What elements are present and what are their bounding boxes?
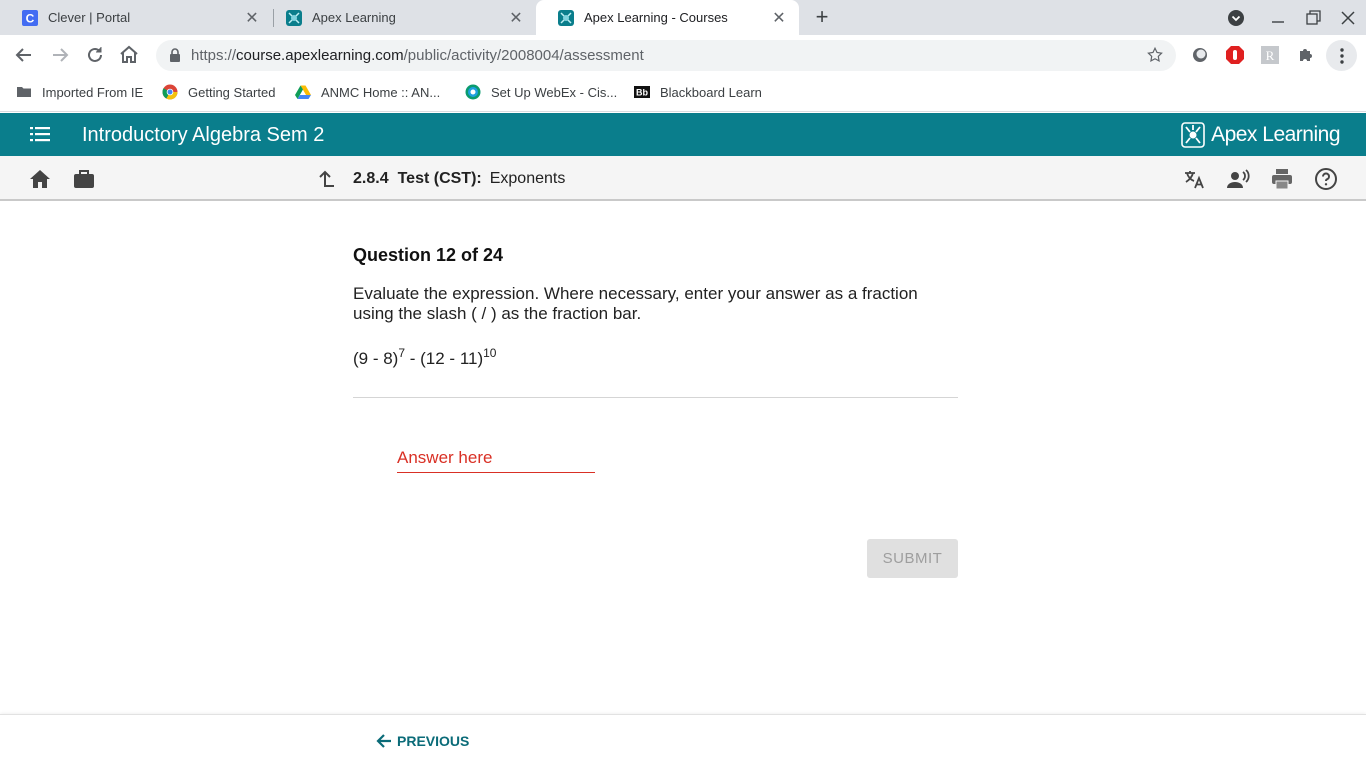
forward-icon[interactable] [48, 43, 72, 67]
footer-nav: PREVIOUS [0, 714, 1366, 768]
submit-button[interactable]: SUBMIT [867, 539, 958, 578]
back-icon[interactable] [12, 43, 36, 67]
extension-r-icon[interactable]: R [1260, 45, 1280, 65]
adblock-icon[interactable] [1225, 45, 1245, 65]
browser-tab-strip: C Clever | Portal ✕ Apex Learning ✕ Apex… [0, 0, 1366, 35]
home-icon[interactable] [28, 167, 52, 191]
extensions-puzzle-icon[interactable] [1296, 45, 1316, 65]
bookmark-imported-from-ie[interactable]: Imported From IE [16, 84, 143, 100]
webex-icon [465, 84, 481, 100]
activity-number: 2.8.4 [353, 170, 389, 187]
question-heading: Question 12 of 24 [353, 245, 504, 265]
new-tab-icon[interactable]: + [811, 6, 833, 29]
translate-icon[interactable] [1182, 167, 1206, 191]
bookmarks-bar: Imported From IE Getting Started ANMC Ho… [0, 75, 1366, 112]
more-vert-icon [1340, 48, 1344, 64]
drive-icon [295, 85, 311, 99]
tab-title: Apex Learning - Courses [584, 10, 728, 25]
question-prompt: Evaluate the expression. Where necessary… [353, 284, 918, 323]
svg-text:Bb: Bb [636, 88, 648, 98]
bookmark-label: ANMC Home :: AN... [321, 84, 441, 100]
bookmark-label: Blackboard Learn [660, 84, 762, 100]
restore-icon[interactable] [1303, 8, 1323, 28]
app-header: Introductory Algebra Sem 2 Apex Learning [0, 113, 1366, 156]
activity-kind: Test (CST): [397, 170, 482, 187]
chrome-menu-button[interactable] [1326, 40, 1357, 71]
activity-toolbar: 2.8.4 Test (CST): Exponents [0, 156, 1366, 201]
lock-icon [170, 48, 180, 62]
arrow-left-icon [376, 734, 391, 748]
apex-favicon [286, 9, 302, 26]
text-to-speech-icon[interactable] [1226, 167, 1250, 191]
address-bar[interactable]: https://course.apexlearning.com/public/a… [156, 40, 1176, 71]
svg-text:C: C [26, 11, 35, 25]
bookmark-anmc-home[interactable]: ANMC Home :: AN... [295, 84, 440, 100]
answer-input[interactable] [397, 443, 595, 473]
apex-logo-icon [1181, 122, 1205, 148]
bookmark-label: Getting Started [188, 84, 276, 100]
bookmark-blackboard-learn[interactable]: Bb Blackboard Learn [634, 84, 762, 100]
home-icon[interactable] [117, 43, 141, 67]
content-divider [353, 397, 958, 398]
help-icon[interactable] [1314, 167, 1338, 191]
extension-circle-icon[interactable] [1190, 45, 1210, 65]
blackboard-icon: Bb [634, 86, 650, 98]
close-tab-icon[interactable]: ✕ [244, 10, 260, 27]
previous-button[interactable]: PREVIOUS [374, 731, 469, 751]
course-title: Introductory Algebra Sem 2 [82, 124, 325, 146]
activity-breadcrumb: 2.8.4 Test (CST): Exponents [353, 170, 565, 188]
chrome-icon [162, 84, 178, 100]
svg-text:R: R [1266, 48, 1275, 63]
math-expression: (9 - 8)7 - (12 - 11)10 [353, 346, 496, 369]
expression-exponent-2: 10 [483, 346, 497, 360]
hamburger-menu-icon[interactable] [30, 125, 50, 143]
tab-apex-learning[interactable]: Apex Learning ✕ [264, 0, 536, 35]
apex-favicon [558, 9, 574, 26]
expression-base-2: - (12 - 11) [405, 349, 484, 368]
tab-title: Clever | Portal [48, 10, 131, 25]
folder-icon [17, 87, 31, 97]
previous-label: PREVIOUS [397, 733, 470, 749]
briefcase-icon[interactable] [72, 167, 96, 191]
close-tab-icon[interactable]: ✕ [508, 10, 524, 27]
bookmark-star-icon[interactable] [1146, 46, 1164, 64]
url-text: https://course.apexlearning.com/public/a… [191, 47, 644, 64]
bookmark-getting-started[interactable]: Getting Started [162, 84, 275, 100]
up-level-icon[interactable] [313, 167, 337, 191]
tab-clever-portal[interactable]: C Clever | Portal ✕ [0, 0, 272, 35]
tab-search-icon[interactable] [1226, 8, 1246, 28]
tab-apex-courses[interactable]: Apex Learning - Courses ✕ [536, 0, 799, 35]
minimize-icon[interactable] [1268, 8, 1288, 28]
close-tab-icon[interactable]: ✕ [771, 10, 787, 27]
tab-title: Apex Learning [312, 10, 396, 25]
brand-name: Apex Learning [1211, 123, 1340, 146]
expression-base-1: (9 - 8) [353, 349, 399, 368]
apex-learning-logo: Apex Learning [1181, 121, 1340, 149]
activity-name: Exponents [489, 170, 566, 187]
bookmark-label: Imported From IE [42, 84, 144, 100]
print-icon[interactable] [1270, 167, 1294, 191]
reload-icon[interactable] [83, 43, 107, 67]
clever-icon: C [22, 9, 38, 26]
bookmark-label: Set Up WebEx - Cis... [491, 84, 618, 100]
bookmark-setup-webex[interactable]: Set Up WebEx - Cis... [465, 84, 617, 100]
close-window-icon[interactable] [1338, 8, 1358, 28]
